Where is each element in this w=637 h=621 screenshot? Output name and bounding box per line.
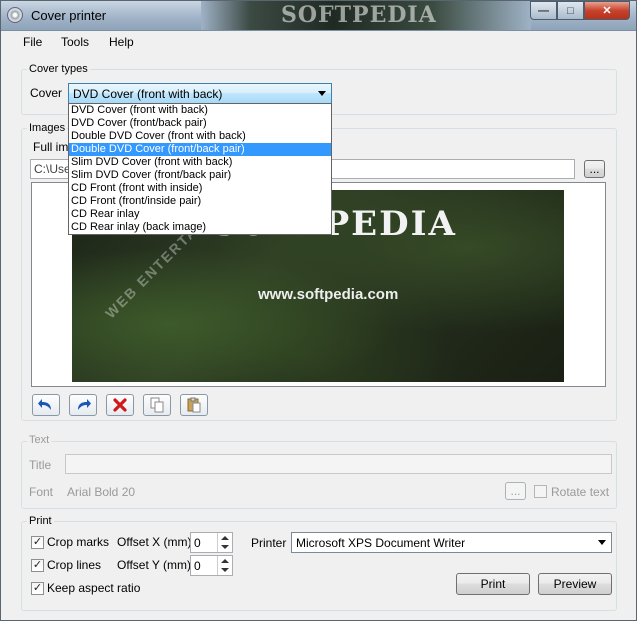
cover-option-slim-dvd-front-back-pair[interactable]: Slim DVD Cover (front/back pair) bbox=[69, 169, 331, 182]
chevron-up-icon[interactable] bbox=[221, 536, 229, 540]
text-group-label: Text bbox=[27, 434, 52, 446]
chevron-down-icon bbox=[598, 540, 606, 545]
chevron-up-icon[interactable] bbox=[221, 559, 229, 563]
cover-option-dvd-front-back-pair[interactable]: DVD Cover (front/back pair) bbox=[69, 117, 331, 130]
offset-x-spin-controls[interactable] bbox=[217, 533, 232, 552]
cover-option-cd-rear-inlay[interactable]: CD Rear inlay bbox=[69, 208, 331, 221]
cover-option-double-dvd-front-back-pair[interactable]: Double DVD Cover (front/back pair) bbox=[69, 143, 331, 156]
offset-y-stepper[interactable]: 0 bbox=[190, 555, 233, 576]
menu-file[interactable]: File bbox=[23, 35, 42, 49]
cover-type-select[interactable]: DVD Cover (front with back) bbox=[68, 83, 332, 104]
minimize-button[interactable]: — bbox=[530, 1, 557, 20]
cover-type-dropdown-list: DVD Cover (front with back) DVD Cover (f… bbox=[68, 103, 332, 235]
printer-label: Printer bbox=[251, 536, 287, 550]
cover-option-dvd-front-with-back[interactable]: DVD Cover (front with back) bbox=[69, 104, 331, 117]
cover-option-double-dvd-front-with-back[interactable]: Double DVD Cover (front with back) bbox=[69, 130, 331, 143]
rotate-text-checkbox[interactable] bbox=[534, 485, 547, 498]
keep-aspect-checkbox[interactable]: ✓ bbox=[31, 582, 44, 595]
menu-help[interactable]: Help bbox=[109, 35, 134, 49]
maximize-button[interactable]: □ bbox=[557, 1, 584, 20]
cover-option-slim-dvd-front-with-back[interactable]: Slim DVD Cover (front with back) bbox=[69, 156, 331, 169]
offset-y-spin-controls[interactable] bbox=[217, 556, 232, 575]
copy-icon bbox=[150, 397, 164, 413]
print-group-label: Print bbox=[27, 515, 54, 527]
printer-select[interactable]: Microsoft XPS Document Writer bbox=[291, 532, 612, 553]
delete-button[interactable] bbox=[106, 394, 134, 416]
close-button[interactable]: ✕ bbox=[584, 1, 630, 20]
redo-button[interactable] bbox=[69, 394, 97, 416]
title-field[interactable] bbox=[65, 454, 612, 474]
image-url-text: www.softpedia.com bbox=[258, 286, 399, 303]
title-banner-text: SOFTPEDIA bbox=[281, 2, 437, 28]
copy-button[interactable] bbox=[143, 394, 171, 416]
cover-type-selected: DVD Cover (front with back) bbox=[73, 87, 223, 101]
paste-button[interactable] bbox=[180, 394, 208, 416]
chevron-down-icon[interactable] bbox=[221, 568, 229, 572]
crop-marks-label: Crop marks bbox=[47, 535, 110, 549]
cover-printer-window: SOFTPEDIA Cover printer — □ ✕ File Tools… bbox=[0, 0, 637, 621]
offset-x-stepper[interactable]: 0 bbox=[190, 532, 233, 553]
browse-image-button[interactable]: ... bbox=[584, 160, 605, 178]
chevron-down-icon[interactable] bbox=[221, 545, 229, 549]
preview-button[interactable]: Preview bbox=[538, 573, 612, 595]
cover-option-cd-front-with-inside[interactable]: CD Front (front with inside) bbox=[69, 182, 331, 195]
undo-button[interactable] bbox=[32, 394, 60, 416]
images-label: Images bbox=[27, 122, 68, 134]
cover-label: Cover bbox=[30, 86, 63, 100]
undo-icon bbox=[38, 399, 51, 410]
paste-icon bbox=[187, 397, 201, 413]
menu-tools[interactable]: Tools bbox=[61, 35, 89, 49]
offset-y-value: 0 bbox=[194, 559, 201, 573]
offset-x-label: Offset X (mm) bbox=[117, 535, 192, 549]
cover-option-cd-rear-inlay-back-image[interactable]: CD Rear inlay (back image) bbox=[69, 221, 331, 234]
font-label: Font bbox=[29, 485, 54, 499]
window-title: Cover printer bbox=[31, 8, 107, 23]
redo-icon bbox=[78, 399, 91, 410]
crop-lines-checkbox[interactable]: ✓ bbox=[31, 559, 44, 572]
delete-icon bbox=[113, 398, 127, 412]
offset-y-label: Offset Y (mm) bbox=[117, 558, 192, 572]
cover-types-label: Cover types bbox=[27, 63, 90, 75]
choose-font-button[interactable]: ... bbox=[505, 482, 526, 500]
offset-x-value: 0 bbox=[194, 536, 201, 550]
chevron-down-icon bbox=[318, 91, 326, 96]
crop-lines-label: Crop lines bbox=[47, 558, 102, 572]
keep-aspect-label: Keep aspect ratio bbox=[47, 581, 141, 595]
print-button[interactable]: Print bbox=[456, 573, 530, 595]
cover-option-cd-front-inside-pair[interactable]: CD Front (front/inside pair) bbox=[69, 195, 331, 208]
rotate-text-label: Rotate text bbox=[551, 485, 610, 499]
app-disc-icon bbox=[7, 7, 23, 23]
crop-marks-checkbox[interactable]: ✓ bbox=[31, 536, 44, 549]
menu-bar: File Tools Help bbox=[1, 31, 636, 53]
printer-selected: Microsoft XPS Document Writer bbox=[296, 536, 466, 550]
title-label: Title bbox=[29, 458, 52, 472]
title-bar[interactable]: SOFTPEDIA Cover printer — □ ✕ bbox=[1, 1, 636, 31]
font-value: Arial Bold 20 bbox=[67, 485, 136, 499]
